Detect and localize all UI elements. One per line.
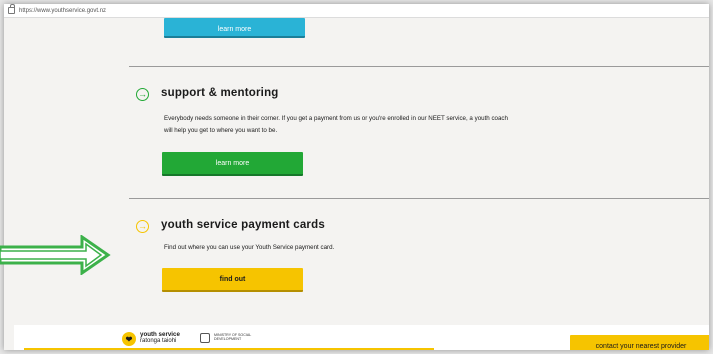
section-heading-payment-cards: youth service payment cards	[161, 219, 325, 231]
learn-more-button-top[interactable]: learn more	[164, 18, 305, 38]
contact-provider-button-label: contact your nearest provider	[595, 342, 687, 350]
circle-arrow-right-icon: →	[136, 88, 149, 101]
section-divider	[129, 66, 709, 67]
learn-more-button-support-label: learn more	[215, 159, 250, 167]
learn-more-button-top-label: learn more	[217, 26, 252, 33]
footer-accent-strip	[24, 348, 434, 350]
address-bar[interactable]: https://www.youthservice.govt.nz	[4, 4, 709, 18]
section-body-payment-cards: Find out where you can use your Youth Se…	[164, 244, 335, 251]
contact-provider-button[interactable]: contact your nearest provider	[570, 335, 709, 350]
big-arrow-right-icon	[0, 235, 111, 275]
lock-icon	[8, 4, 15, 14]
section-heading-support: support & mentoring	[161, 87, 279, 99]
ministry-line2: DEVELOPMENT	[214, 337, 242, 341]
page-content: learn more → support & mentoring Everybo…	[14, 18, 709, 350]
section-body-support-line1: Everybody needs someone in their corner.…	[164, 115, 508, 122]
section-body-support-line2: will help you get to where you want to b…	[164, 127, 278, 134]
ministry-logo[interactable]: MINISTRY OF SOCIAL DEVELOPMENT	[214, 333, 274, 341]
browser-window: https://www.youthservice.govt.nz learn m…	[4, 4, 709, 350]
section-divider	[129, 198, 709, 199]
brand-line1: youth service	[140, 331, 180, 338]
site-footer: ❤ youth service ratonga taiohi MINISTRY …	[14, 325, 709, 350]
url-text: https://www.youthservice.govt.nz	[19, 7, 107, 14]
find-out-button[interactable]: find out	[162, 268, 303, 292]
crest-icon	[200, 333, 210, 343]
learn-more-button-support[interactable]: learn more	[162, 152, 303, 176]
circle-arrow-right-icon: →	[136, 220, 149, 233]
section-body-support: Everybody needs someone in their corner.…	[164, 113, 644, 137]
youth-service-brand[interactable]: youth service ratonga taiohi	[140, 331, 180, 344]
find-out-button-label: find out	[219, 275, 246, 283]
youth-service-logo-icon[interactable]: ❤	[122, 332, 136, 346]
brand-line2: ratonga taiohi	[140, 338, 177, 344]
